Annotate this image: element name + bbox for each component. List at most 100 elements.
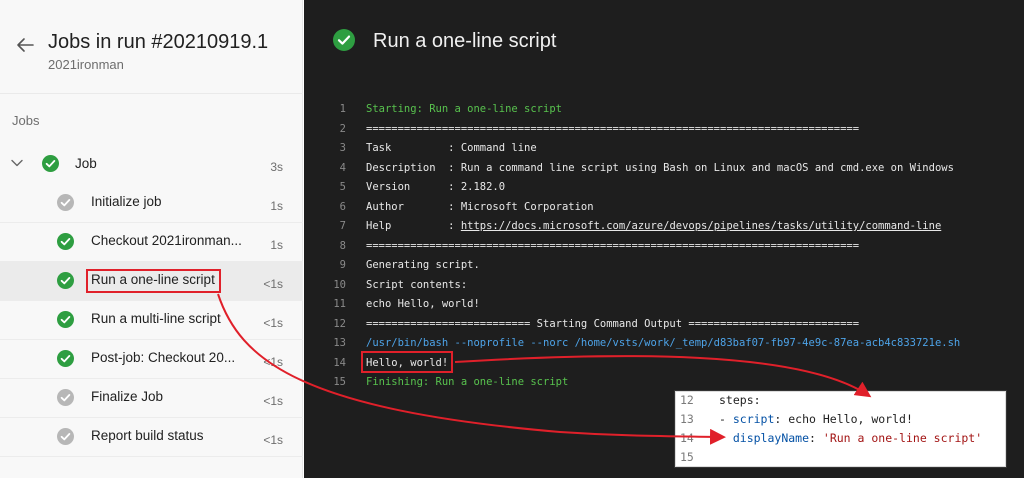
line-number: 3 xyxy=(339,142,346,154)
row-separator xyxy=(0,456,303,457)
yaml-token: script xyxy=(732,412,775,426)
yaml-line: 14 displayName: 'Run a one-line script' xyxy=(675,429,1008,448)
yaml-line-number: 14 xyxy=(680,431,694,445)
help-link[interactable]: https://docs.microsoft.com/azure/devops/… xyxy=(461,220,941,232)
yaml-token: displayName xyxy=(732,431,810,445)
yaml-token: - xyxy=(719,412,733,426)
line-number: 10 xyxy=(333,278,346,291)
log-text-content: Help : xyxy=(366,220,461,232)
log-text-content: ========================== Starting Comm… xyxy=(366,317,860,330)
yaml-line-number: 15 xyxy=(680,450,694,464)
step-label: Post-job: Checkout 20... xyxy=(91,350,236,365)
success-check-icon xyxy=(57,233,74,250)
log-line: 10 Script contents: xyxy=(304,276,1024,295)
step-duration: <1s xyxy=(263,433,283,447)
log-text-content: Description : Run a command line script … xyxy=(366,161,954,174)
log-text: Version : 2.182.0 xyxy=(366,178,505,197)
log-text-content: Script contents: xyxy=(366,278,468,291)
back-arrow-icon[interactable] xyxy=(14,34,36,56)
step-duration: 1s xyxy=(270,238,283,252)
success-check-icon xyxy=(333,29,355,51)
log-line: 5 Version : 2.182.0 xyxy=(304,178,1024,197)
yaml-line: 15 xyxy=(675,448,1008,467)
jobs-section-label: Jobs xyxy=(12,113,40,128)
log-text: Author : Microsoft Corporation xyxy=(366,198,594,217)
step-label: Run a multi-line script xyxy=(91,311,221,326)
line-number: 13 xyxy=(333,337,346,349)
step-label: Finalize Job xyxy=(91,389,164,404)
line-number: 8 xyxy=(339,239,346,252)
log-text-content: Starting: Run a one-line script xyxy=(366,103,562,115)
log-text-content: Task : Command line xyxy=(366,142,537,154)
log-text-content: Version : 2.182.0 xyxy=(366,181,506,193)
line-number: 11 xyxy=(333,298,346,310)
line-number: 15 xyxy=(333,376,346,388)
project-name: 2021ironman xyxy=(48,57,124,72)
yaml-line-number: 13 xyxy=(680,412,694,426)
chevron-down-icon[interactable] xyxy=(10,156,24,170)
log-text: Task : Command line xyxy=(366,139,537,158)
log-text-content: ========================================… xyxy=(366,122,860,135)
output-highlight xyxy=(361,351,453,373)
step-row[interactable]: Checkout 2021ironman... 1s xyxy=(0,222,303,261)
line-number: 9 xyxy=(339,259,346,271)
yaml-token xyxy=(719,431,733,445)
log-line: 8 =======================================… xyxy=(304,237,1024,256)
log-text: Starting: Run a one-line script xyxy=(366,100,562,119)
line-number: 7 xyxy=(339,220,346,232)
log-text-content: Generating script. xyxy=(366,259,480,271)
step-label: Checkout 2021ironman... xyxy=(91,233,242,248)
job-label: Job xyxy=(75,156,97,171)
success-check-icon xyxy=(57,311,74,328)
log-line: 9 Generating script. xyxy=(304,256,1024,275)
skipped-check-icon xyxy=(57,194,74,211)
log-line: 3 Task : Command line xyxy=(304,139,1024,158)
line-number: 5 xyxy=(339,181,346,193)
log-line: 11 echo Hello, world! xyxy=(304,295,1024,314)
line-number: 12 xyxy=(333,317,346,330)
yaml-snippet: 12 steps: 13 - script: echo Hello, world! 14… xyxy=(674,390,1007,468)
log-text: Generating script. xyxy=(366,256,480,275)
log-text: ========================================… xyxy=(366,120,859,139)
step-row[interactable]: Report build status <1s xyxy=(0,417,303,456)
log-line: 4 Description : Run a command line script… xyxy=(304,159,1024,178)
yaml-line: 12 steps: xyxy=(675,391,1008,410)
log-line: 6 Author : Microsoft Corporation xyxy=(304,198,1024,217)
job-duration: 3s xyxy=(270,160,283,174)
yaml-line: 13 - script: echo Hello, world! xyxy=(675,410,1008,429)
success-check-icon xyxy=(57,350,74,367)
line-number: 4 xyxy=(339,161,346,174)
log-text: /usr/bin/bash --noprofile --norc /home/v… xyxy=(366,334,960,353)
yaml-token: : xyxy=(809,431,823,445)
log-text: echo Hello, world! xyxy=(366,295,480,314)
log-text-content: echo Hello, world! xyxy=(366,298,480,310)
skipped-check-icon xyxy=(57,389,74,406)
jobs-sidebar: Jobs in run #20210919.1 2021ironman Jobs… xyxy=(0,0,303,478)
step-row[interactable]: Initialize job 1s xyxy=(0,183,303,222)
yaml-line-number: 12 xyxy=(680,393,694,407)
step-row[interactable]: Post-job: Checkout 20... <1s xyxy=(0,339,303,378)
yaml-token: : echo Hello, world! xyxy=(774,412,913,426)
log-text-content: Finishing: Run a one-line script xyxy=(366,376,569,388)
log-text: Help : https://docs.microsoft.com/azure/… xyxy=(366,217,941,236)
job-row[interactable]: Job 3s xyxy=(0,145,303,183)
line-number: 2 xyxy=(339,122,346,135)
log-line: 1 Starting: Run a one-line script xyxy=(304,100,1024,119)
log-text: Script contents: xyxy=(366,276,467,295)
log-title: Run a one-line script xyxy=(373,30,557,52)
step-row[interactable]: Run a multi-line script <1s xyxy=(0,300,303,339)
log-text: ========================================… xyxy=(366,237,859,256)
line-number: 14 xyxy=(333,356,346,369)
success-check-icon xyxy=(42,155,59,172)
log-text: ========================== Starting Comm… xyxy=(366,315,859,334)
log-text-content: /usr/bin/bash --noprofile --norc /home/v… xyxy=(366,337,961,349)
success-check-icon xyxy=(57,272,74,289)
step-row[interactable]: Finalize Job <1s xyxy=(0,378,303,417)
skipped-check-icon xyxy=(57,428,74,445)
step-label: Report build status xyxy=(91,428,204,443)
page-title: Jobs in run #20210919.1 xyxy=(48,31,269,53)
log-line: 7 Help : https://docs.microsoft.com/azure… xyxy=(304,217,1024,236)
step-duration: <1s xyxy=(263,394,283,408)
selected-step-highlight xyxy=(86,269,221,293)
step-duration: <1s xyxy=(263,316,283,330)
